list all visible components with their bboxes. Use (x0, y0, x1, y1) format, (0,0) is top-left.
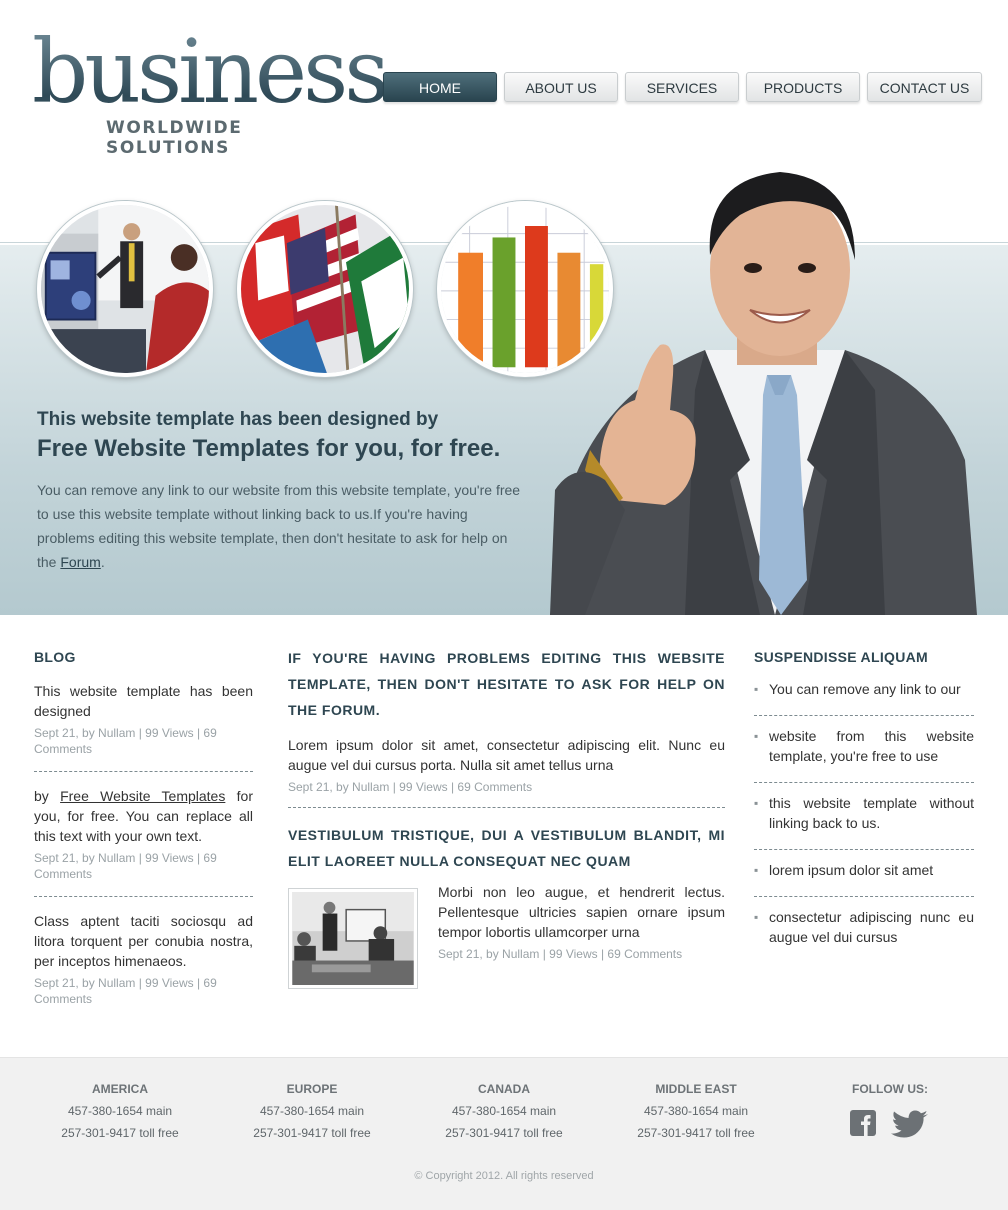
bullet-icon: ▪ (754, 729, 759, 743)
sidebar-item-text: this website template without linking ba… (769, 795, 974, 831)
twitter-icon[interactable] (891, 1110, 929, 1140)
bullet-icon: ▪ (754, 682, 759, 696)
hero-section: This website template has been designed … (0, 160, 1008, 615)
office-main-phone: 457-380-1654 main (643, 1104, 749, 1118)
bullet-icon: ▪ (754, 910, 759, 924)
nav-about-us[interactable]: ABOUT US (504, 72, 618, 102)
logo[interactable]: business WORLDWIDE SOLUTIONS (32, 20, 389, 158)
office-middle-east: MIDDLE EAST 457-380-1654 main 257-301-94… (611, 1082, 781, 1144)
sidebar-column: SUSPENDISSE ALIQUAM ▪ You can remove any … (754, 649, 974, 963)
free-website-templates-link[interactable]: Free Website Templates (60, 788, 225, 804)
office-canada: CANADA 457-380-1654 main 257-301-9417 to… (419, 1082, 589, 1144)
office-tollfree-phone: 257-301-9417 toll free (445, 1126, 563, 1140)
sidebar-item[interactable]: ▪ You can remove any link to our (754, 679, 974, 716)
sidebar-item[interactable]: ▪ website from this website template, you… (754, 716, 974, 783)
copyright: © Copyright 2012. All rights reserved (414, 1170, 594, 1182)
nav-services[interactable]: SERVICES (625, 72, 739, 102)
main-column: IF YOU'RE HAVING PROBLEMS EDITING THIS W… (288, 645, 725, 989)
sidebar-list: ▪ You can remove any link to our ▪ website… (754, 679, 974, 963)
content-area: BLOG This website template has been desi… (0, 615, 1008, 1057)
sidebar-item[interactable]: ▪ consectetur adipiscing nunc eu augue ve… (754, 897, 974, 963)
blog-post-text: This website template has been designed (34, 683, 253, 719)
footer: AMERICA 457-380-1654 main 257-301-9417 t… (0, 1057, 1008, 1210)
blog-post-meta: Sept 21, by Nullam | 99 Views | 69 Comme… (34, 851, 217, 881)
hero-paragraph: You can remove any link to our website f… (37, 478, 527, 574)
office-america: AMERICA 457-380-1654 main 257-301-9417 t… (35, 1082, 205, 1144)
nav-products[interactable]: PRODUCTS (746, 72, 860, 102)
hero-text-body: You can remove any link to our website f… (37, 482, 521, 570)
office-main-phone: 457-380-1654 main (259, 1104, 365, 1118)
hero-text-end: . (100, 554, 105, 570)
blog-post-meta: Sept 21, by Nullam | 99 Views | 69 Comme… (34, 726, 217, 756)
follow-us-label: FOLLOW US: (852, 1082, 928, 1096)
follow-us: FOLLOW US: (830, 1082, 950, 1138)
hero-image-presentation (37, 201, 213, 377)
section-title[interactable]: VESTIBULUM TRISTIQUE, DUI A VESTIBULUM B… (288, 822, 725, 874)
sidebar-title: SUSPENDISSE ALIQUAM (754, 649, 928, 665)
sidebar-item[interactable]: ▪ lorem ipsum dolor sit amet (754, 850, 974, 897)
office-name: MIDDLE EAST (655, 1082, 737, 1096)
sidebar-item-text: consectetur adipiscing nunc eu augue vel… (769, 909, 974, 945)
office-main-phone: 457-380-1654 main (67, 1104, 173, 1118)
blog-post-text: Class aptent taciti sociosqu ad litora t… (34, 913, 253, 969)
logo-tagline: WORLDWIDE SOLUTIONS (106, 118, 243, 158)
blog-post: by Free Website Templates for you, for f… (34, 786, 253, 896)
blog-column: BLOG This website template has been desi… (34, 649, 253, 1021)
office-tollfree-phone: 257-301-9417 toll free (637, 1126, 755, 1140)
office-name: CANADA (478, 1082, 530, 1096)
blog-post-text-start: by (34, 788, 61, 804)
bullet-icon: ▪ (754, 796, 759, 810)
blog-post-meta: Sept 21, by Nullam | 99 Views | 69 Comme… (34, 976, 217, 1006)
bullet-icon: ▪ (754, 863, 759, 877)
office-name: AMERICA (92, 1082, 148, 1096)
office-europe: EUROPE 457-380-1654 main 257-301-9417 to… (227, 1082, 397, 1144)
main-navigation: HOME ABOUT US SERVICES PRODUCTS CONTACT … (383, 72, 983, 104)
logo-wordmark: business (32, 12, 389, 132)
office-tollfree-phone: 257-301-9417 toll free (253, 1126, 371, 1140)
forum-link[interactable]: Forum (60, 554, 100, 570)
sidebar-item-text: lorem ipsum dolor sit amet (769, 862, 934, 878)
blog-post: Class aptent taciti sociosqu ad litora t… (34, 911, 253, 1021)
section-title[interactable]: IF YOU'RE HAVING PROBLEMS EDITING THIS W… (288, 645, 725, 723)
blog-post-text: by Free Website Templates for you, for f… (34, 786, 253, 846)
section-meta: Sept 21, by Nullam | 99 Views | 69 Comme… (288, 780, 533, 794)
nav-contact-us[interactable]: CONTACT US (867, 72, 982, 102)
office-tollfree-phone: 257-301-9417 toll free (61, 1126, 179, 1140)
sidebar-item[interactable]: ▪ this website template without linking b… (754, 783, 974, 850)
nav-home[interactable]: HOME (383, 72, 497, 102)
section-text: Lorem ipsum dolor sit amet, consectetur … (288, 737, 725, 773)
facebook-icon[interactable] (850, 1110, 876, 1136)
divider (288, 807, 725, 808)
divider (34, 896, 253, 897)
divider (34, 771, 253, 772)
blog-post: This website template has been designed … (34, 681, 253, 771)
hero-title-line2: Free Website Templates for you, for free… (37, 435, 501, 462)
hero-image-flags (237, 201, 413, 377)
sidebar-item-text: You can remove any link to our (769, 681, 961, 697)
office-main-phone: 457-380-1654 main (451, 1104, 557, 1118)
office-name: EUROPE (286, 1082, 338, 1096)
meeting-thumbnail[interactable] (288, 888, 418, 989)
hero-title-line1: This website template has been designed … (37, 409, 439, 430)
businessman-photo (545, 160, 980, 615)
sidebar-item-text: website from this website template, you'… (769, 728, 974, 764)
header: business WORLDWIDE SOLUTIONS HOME ABOUT … (0, 0, 1008, 160)
blog-title: BLOG (34, 649, 76, 665)
